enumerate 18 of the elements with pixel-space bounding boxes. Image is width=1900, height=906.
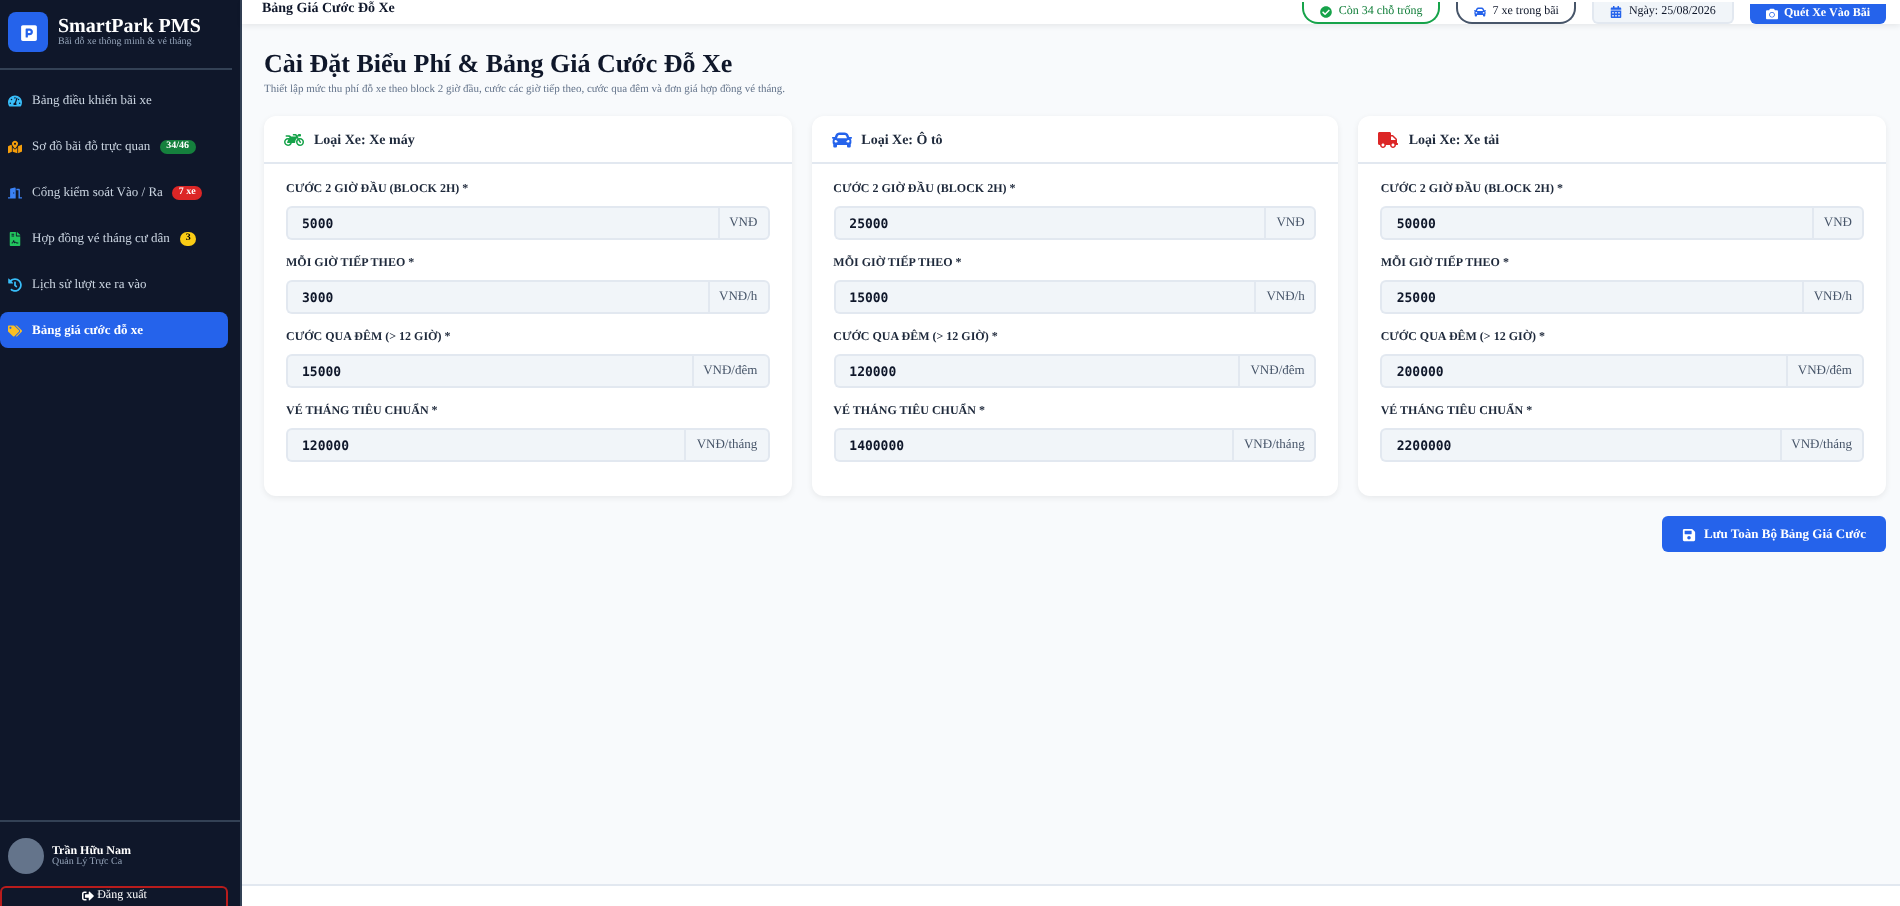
avatar [8, 838, 44, 874]
motorcycle-icon [284, 129, 304, 149]
parking-logo-icon [8, 12, 48, 52]
car-icon [1474, 6, 1487, 18]
history-icon [8, 277, 22, 291]
brand-title: SmartPark PMS [58, 16, 201, 38]
map-icon [8, 139, 22, 153]
door-icon [8, 185, 22, 199]
calendar-icon [1610, 6, 1623, 18]
tag-icon [8, 323, 22, 337]
gauge-icon [8, 93, 22, 107]
save-icon [1682, 527, 1697, 541]
camera-icon [1765, 8, 1778, 20]
document-icon [8, 231, 22, 245]
page-title: Cài Đặt Biểu Phí & Bảng Giá Cước Đỗ Xe [264, 48, 735, 80]
sign-out-icon [81, 890, 94, 902]
car-icon [831, 129, 852, 149]
truck-icon [1378, 129, 1399, 149]
